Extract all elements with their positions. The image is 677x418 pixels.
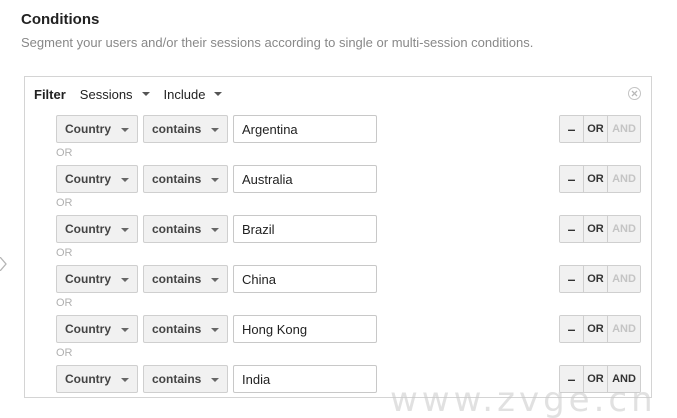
remove-condition-button[interactable]: –: [560, 316, 584, 342]
condition-value-input[interactable]: [233, 115, 377, 143]
scope-dropdown[interactable]: Sessions: [80, 87, 150, 102]
chevron-down-icon: [121, 378, 129, 382]
and-button[interactable]: AND: [608, 216, 640, 242]
chevron-down-icon: [211, 128, 219, 132]
chevron-down-icon: [211, 278, 219, 282]
dimension-select-label: Country: [65, 272, 111, 286]
operator-select[interactable]: contains: [143, 165, 228, 193]
remove-condition-button[interactable]: –: [560, 266, 584, 292]
and-button[interactable]: AND: [608, 266, 640, 292]
operator-select[interactable]: contains: [143, 265, 228, 293]
chevron-right-icon[interactable]: [0, 257, 7, 271]
filter-panel: Filter Sessions Include Country contains –…: [24, 76, 652, 398]
condition-row: Country contains –ORAND: [56, 115, 642, 143]
or-separator: OR: [56, 147, 73, 159]
remove-condition-button[interactable]: –: [560, 116, 584, 142]
condition-actions: – OR AND: [559, 115, 641, 143]
operator-select-label: contains: [152, 372, 202, 386]
section-description: Segment your users and/or their sessions…: [21, 35, 534, 50]
mode-dropdown[interactable]: Include: [164, 87, 223, 102]
and-button[interactable]: AND: [608, 116, 640, 142]
chevron-down-icon: [121, 228, 129, 232]
dimension-select[interactable]: Country: [56, 265, 138, 293]
remove-condition-button[interactable]: –: [560, 166, 584, 192]
scope-dropdown-label: Sessions: [79, 86, 133, 102]
dimension-select-label: Country: [65, 172, 111, 186]
chevron-down-icon: [121, 178, 129, 182]
operator-select[interactable]: contains: [143, 365, 228, 393]
and-button[interactable]: AND: [608, 166, 640, 192]
operator-select-label: contains: [152, 222, 202, 236]
chevron-down-icon: [211, 178, 219, 182]
dimension-select[interactable]: Country: [56, 315, 138, 343]
conditions-page: Conditions Segment your users and/or the…: [0, 0, 677, 418]
dimension-select[interactable]: Country: [56, 215, 138, 243]
section-title: Conditions: [21, 11, 100, 28]
condition-row: Country contains –ORAND: [56, 315, 642, 343]
condition-actions: – OR AND: [559, 265, 641, 293]
or-button[interactable]: OR: [584, 266, 608, 292]
condition-row: Country contains –ORAND: [56, 165, 642, 193]
operator-select-label: contains: [152, 272, 202, 286]
chevron-down-icon: [214, 92, 223, 96]
condition-row: Country contains –ORAND: [56, 265, 642, 293]
condition-actions: – OR AND: [559, 215, 641, 243]
operator-select[interactable]: contains: [143, 115, 228, 143]
chevron-down-icon: [211, 378, 219, 382]
condition-value-input[interactable]: [233, 265, 377, 293]
condition-actions: – OR AND: [559, 165, 641, 193]
or-separator: OR: [56, 197, 73, 209]
dimension-select-label: Country: [65, 322, 111, 336]
or-separator: OR: [56, 347, 73, 359]
remove-condition-button[interactable]: –: [560, 216, 584, 242]
or-button[interactable]: OR: [584, 166, 608, 192]
dimension-select-label: Country: [65, 222, 111, 236]
mode-dropdown-label: Include: [163, 86, 206, 102]
condition-value-input[interactable]: [233, 365, 377, 393]
condition-actions: – OR AND: [559, 315, 641, 343]
operator-select-label: contains: [152, 322, 202, 336]
dimension-select[interactable]: Country: [56, 365, 138, 393]
dimension-select[interactable]: Country: [56, 165, 138, 193]
condition-value-input[interactable]: [233, 315, 377, 343]
operator-select[interactable]: contains: [143, 315, 228, 343]
dimension-select[interactable]: Country: [56, 115, 138, 143]
or-button[interactable]: OR: [584, 316, 608, 342]
chevron-down-icon: [121, 278, 129, 282]
and-button[interactable]: AND: [608, 316, 640, 342]
condition-value-input[interactable]: [233, 165, 377, 193]
operator-select-label: contains: [152, 122, 202, 136]
operator-select[interactable]: contains: [143, 215, 228, 243]
chevron-down-icon: [121, 128, 129, 132]
operator-select-label: contains: [152, 172, 202, 186]
condition-value-input[interactable]: [233, 215, 377, 243]
or-separator: OR: [56, 247, 73, 259]
filter-bar: Filter Sessions Include: [34, 85, 236, 103]
or-button[interactable]: OR: [584, 116, 608, 142]
dimension-select-label: Country: [65, 122, 111, 136]
watermark: www.zvge.cn: [390, 380, 657, 418]
chevron-down-icon: [121, 328, 129, 332]
condition-row: Country contains –ORAND: [56, 215, 642, 243]
chevron-down-icon: [211, 328, 219, 332]
dimension-select-label: Country: [65, 372, 111, 386]
or-separator: OR: [56, 297, 73, 309]
or-button[interactable]: OR: [584, 216, 608, 242]
close-circle-icon[interactable]: [628, 87, 641, 100]
chevron-down-icon: [211, 228, 219, 232]
chevron-down-icon: [141, 92, 150, 96]
filter-label: Filter: [34, 86, 66, 102]
